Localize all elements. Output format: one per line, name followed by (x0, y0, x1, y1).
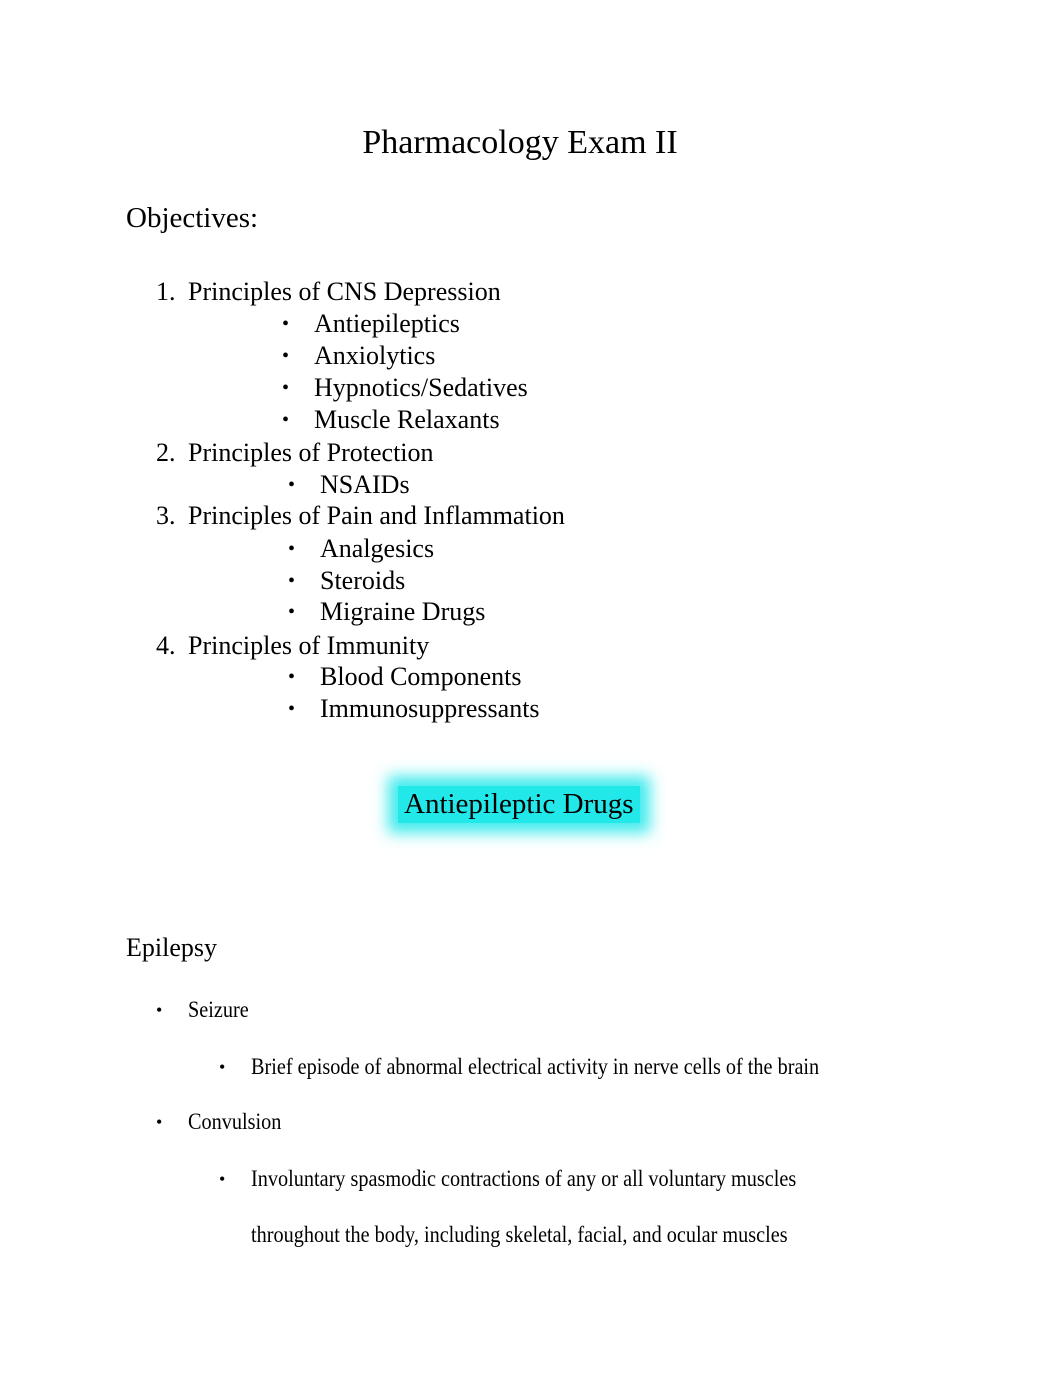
objectives-heading: Objectives: (126, 202, 259, 234)
bullet-icon: • (288, 474, 296, 496)
objective-number: 2. (156, 438, 176, 467)
objective-item: Antiepileptics (314, 309, 460, 338)
objective-item: Migraine Drugs (320, 597, 486, 626)
objective-item: Analgesics (320, 534, 435, 563)
objective-number: 3. (156, 501, 176, 530)
term-label: Seizure (188, 997, 249, 1022)
objective-item: Hypnotics/Sedatives (314, 373, 528, 402)
bullet-icon: • (282, 313, 290, 335)
bullet-icon: • (156, 1112, 163, 1132)
bullet-icon: • (288, 570, 296, 592)
bullet-icon: • (219, 1169, 226, 1189)
objective-item: NSAIDs (320, 470, 410, 499)
objective-label: Principles of Immunity (188, 631, 430, 660)
term-definition: Involuntary spasmodic contractions of an… (251, 1166, 797, 1191)
term-definition: Brief episode of abnormal electrical act… (251, 1054, 820, 1079)
bullet-icon: • (219, 1057, 226, 1077)
objective-number: 1. (156, 277, 176, 306)
objective-item: Blood Components (320, 662, 522, 691)
bullet-icon: • (282, 377, 290, 399)
objective-label: Principles of Protection (188, 438, 434, 467)
objective-label: Principles of CNS Depression (188, 277, 501, 306)
bullet-icon: • (288, 666, 296, 688)
objective-item: Muscle Relaxants (314, 405, 500, 434)
objective-label: Principles of Pain and Inflammation (188, 501, 565, 530)
term-definition-continued: throughout the body, including skeletal,… (251, 1222, 788, 1247)
objective-item: Immunosuppressants (320, 694, 540, 723)
bullet-icon: • (156, 1000, 163, 1020)
bullet-icon: • (282, 409, 290, 431)
section-title-highlighted: Antiepileptic Drugs (398, 786, 640, 823)
subsection-heading: Epilepsy (126, 933, 217, 962)
objective-item: Anxiolytics (314, 341, 436, 370)
bullet-icon: • (282, 345, 290, 367)
bullet-icon: • (288, 538, 296, 560)
bullet-icon: • (288, 601, 296, 623)
objective-number: 4. (156, 631, 176, 660)
term-label: Convulsion (188, 1109, 282, 1134)
bullet-icon: • (288, 698, 296, 720)
objective-item: Steroids (320, 566, 406, 595)
document-title: Pharmacology Exam II (362, 124, 678, 161)
